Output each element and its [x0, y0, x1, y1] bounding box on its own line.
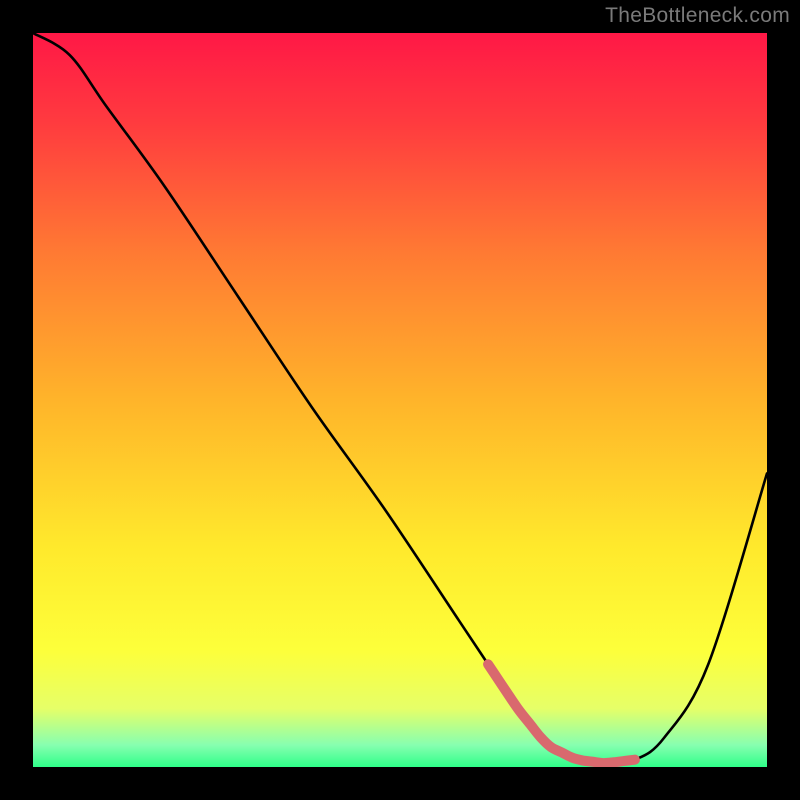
plot-area	[33, 33, 767, 767]
background-gradient	[33, 33, 767, 767]
chart-frame: TheBottleneck.com	[0, 0, 800, 800]
watermark-text: TheBottleneck.com	[605, 4, 790, 28]
